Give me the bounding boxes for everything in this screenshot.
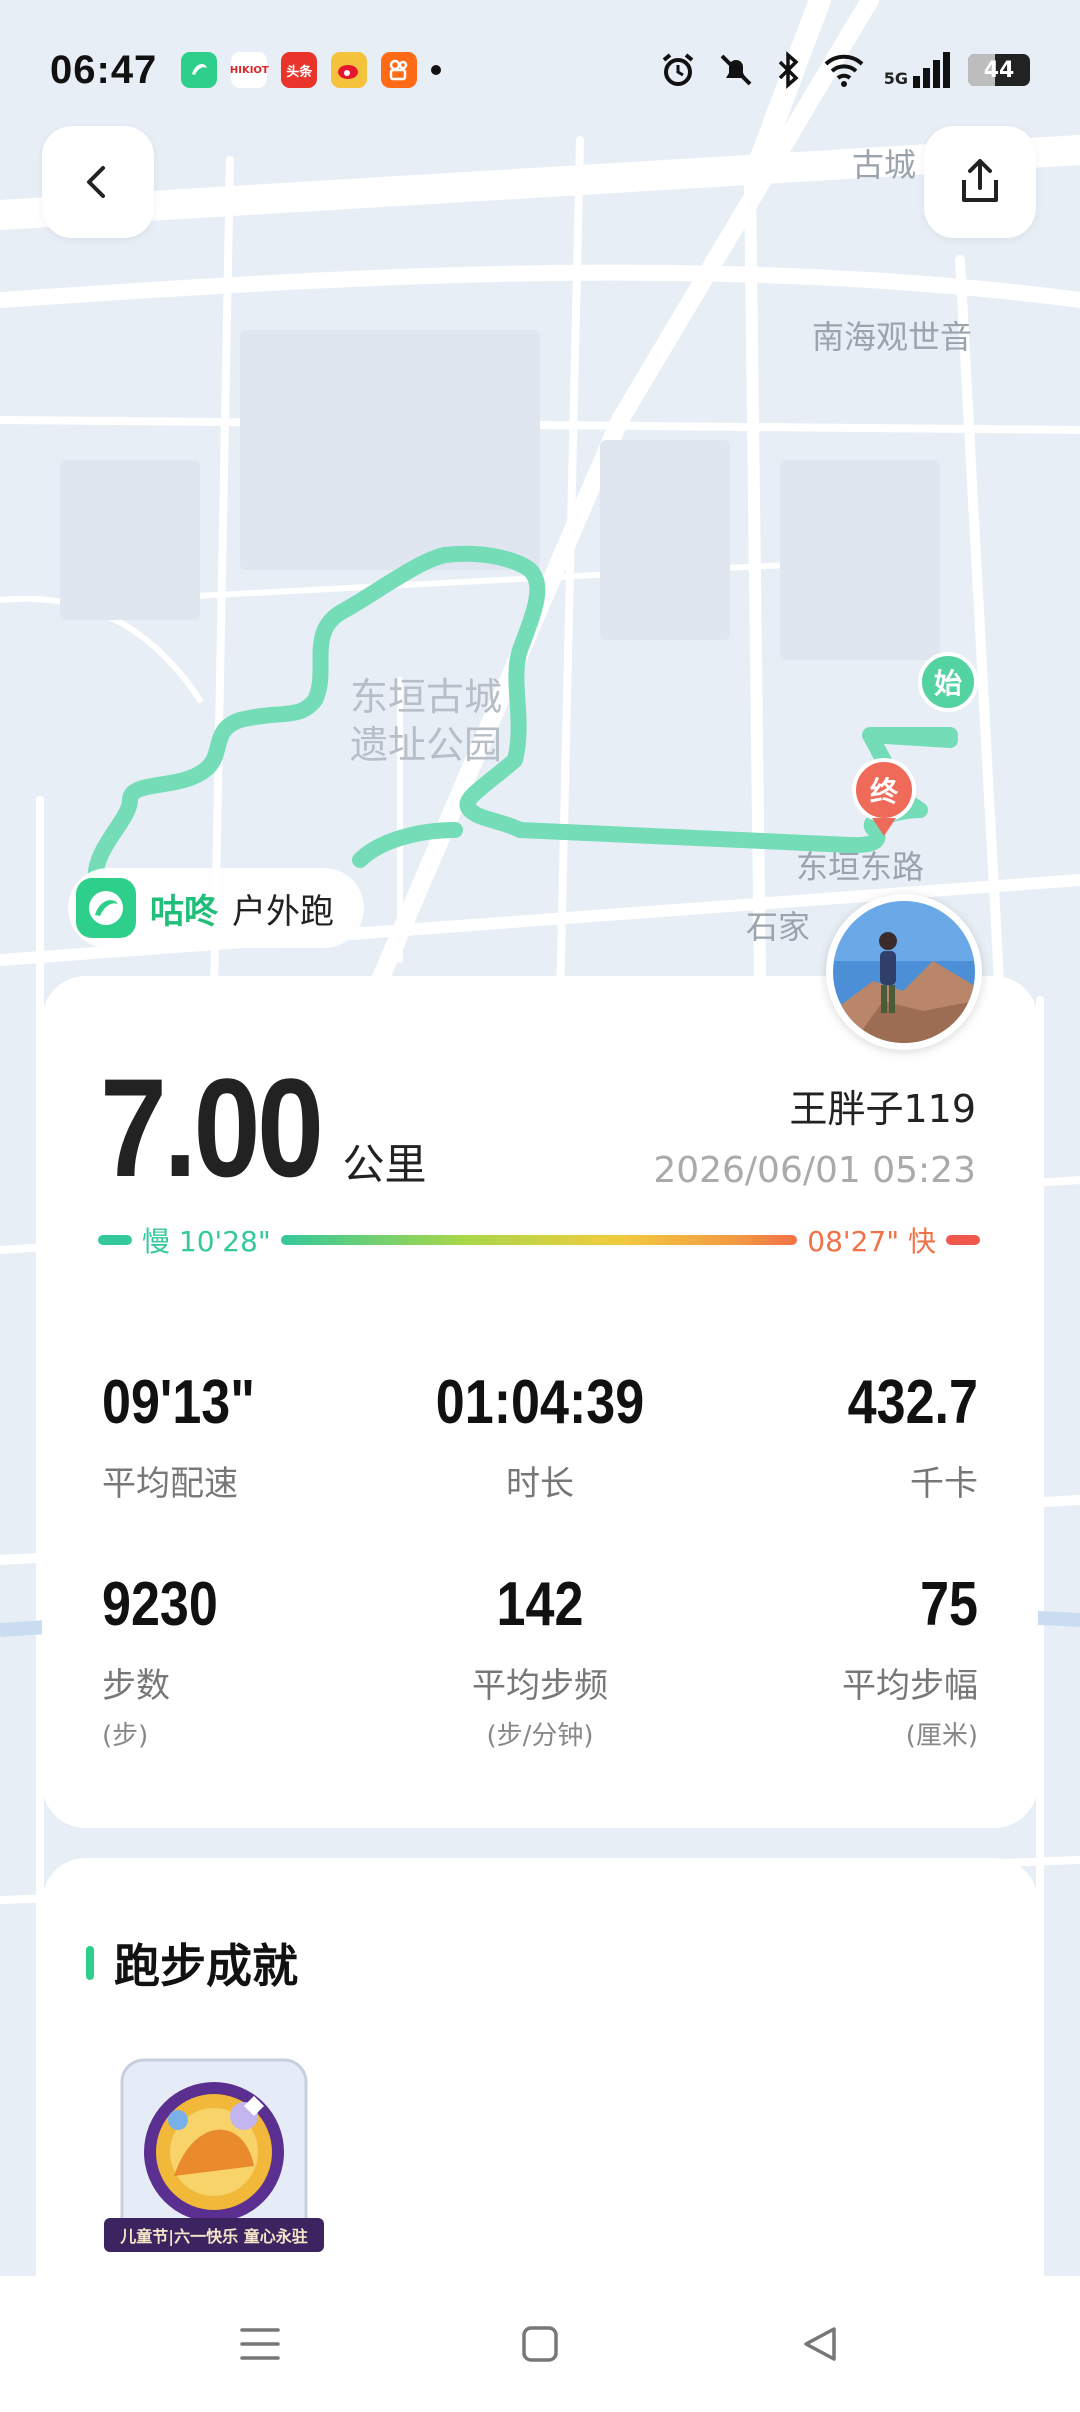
stat-cadence-value: 142 [496,1570,584,1639]
system-icons: 5G 44 [658,50,1030,90]
wifi-icon [824,54,864,87]
stat-avg-pace-value: 09'13" [102,1368,255,1437]
back-triangle-icon [804,2327,836,2361]
nav-menu-button[interactable] [220,2304,300,2384]
toutiao-app-icon: 头条 [281,52,318,88]
map-label-road: 东垣东路 [796,848,924,886]
notification-icons: HIKIOT 头条 [181,52,442,88]
run-date: 2026/06/01 05:23 [653,1150,976,1191]
pace-fast-label: 08'27" 快 [807,1225,936,1258]
pace-range-bar: 慢 10'28" 08'27" 快 [98,1222,980,1258]
map-label-park2: 遗址公园 [350,723,502,767]
alarm-icon [662,53,694,86]
gudong-app-icon [181,52,218,88]
badge-caption: 儿童节|六一快乐 童心永驻 [104,2218,324,2252]
hikvision-label: HIKIOT [229,64,269,76]
stat-stride-label: 平均步幅 [842,1666,978,1706]
user-name: 王胖子119 [789,1087,976,1131]
avatar[interactable] [826,894,982,1050]
distance-display: 7.00 公里 [100,1058,427,1198]
toutiao-label: 头条 [286,64,313,80]
pace-slow-cap [98,1235,132,1245]
battery-level: 44 [983,57,1015,83]
achievements-header: 跑步成就 [86,1930,298,1996]
status-bar: 06:47 HIKIOT 头条 5G 44 [0,0,1080,140]
map-label-village: 石家 [746,908,810,946]
status-time: 06:47 [50,47,158,92]
activity-mode: 户外跑 [232,891,334,932]
share-button[interactable] [924,126,1036,238]
gudong-logo-icon [76,878,136,938]
achievements-title: 跑步成就 [114,1939,298,1993]
chevron-left-icon [87,166,105,198]
share-icon [962,159,998,202]
menu-icon [240,2328,280,2360]
stat-steps-value: 9230 [102,1570,218,1639]
kuaishou-app-icon [381,52,418,88]
pace-gradient [280,1235,798,1245]
network-type: 5G [883,69,908,88]
svg-text:始: 始 [934,667,962,700]
nav-home-button[interactable] [500,2304,580,2384]
pace-fast-cap [946,1235,980,1245]
distance-value: 7.00 [100,1049,324,1206]
home-square-icon [522,2326,558,2362]
map-label-nanhai: 南海观世音 [812,318,972,356]
childrens-day-badge[interactable]: 儿童节|六一快乐 童心永驻 [104,2056,324,2276]
stat-calories-label: 千卡 [910,1464,978,1504]
weibo-app-icon [331,52,368,88]
stat-calories-value: 432.7 [847,1368,978,1437]
more-notifications-dot [431,65,442,75]
section-accent-bar [86,1946,94,1980]
nav-back-button[interactable] [780,2304,860,2384]
system-nav-bar [0,2276,1080,2412]
stat-duration-value: 01:04:39 [435,1368,645,1437]
mute-bell-icon [720,54,752,86]
map-label-park1: 东垣古城 [350,675,502,719]
map-label-gucheng: 古城 [852,146,916,184]
cellular-signal-icon: 5G [884,52,950,88]
hikvision-app-icon: HIKIOT [229,52,269,88]
stat-stride-unit: (厘米) [905,1721,978,1751]
battery-indicator: 44 [968,54,1030,86]
distance-unit: 公里 [342,1140,427,1189]
start-marker: 始 [918,652,978,712]
stat-calories: 432.7 千卡 [648,1372,978,1505]
pace-slow-label: 慢 10'28" [142,1225,271,1258]
back-button[interactable] [42,126,154,238]
stat-stride: 75 平均步幅 (厘米) [648,1574,978,1752]
bluetooth-icon [778,51,799,89]
brand-name: 咕咚 [150,891,218,932]
svg-text:终: 终 [870,775,899,808]
stat-stride-value: 75 [920,1570,978,1639]
avatar-photo [833,901,975,1043]
app-brand-tag: 咕咚 户外跑 [68,868,364,948]
